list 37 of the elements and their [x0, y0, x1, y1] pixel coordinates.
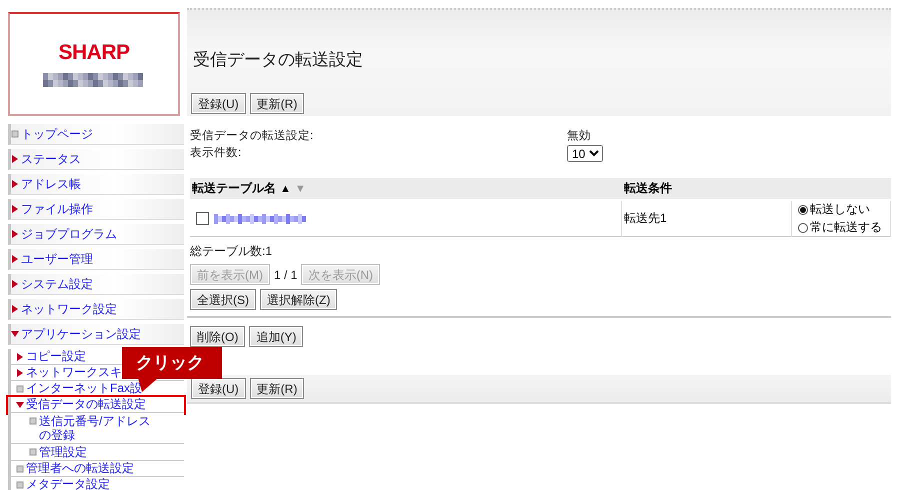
page-icon	[29, 417, 37, 425]
sidebar-link[interactable]: ネットワークスキ	[26, 364, 122, 381]
field-value: 無効	[567, 128, 592, 143]
sidebar-link[interactable]: インターネットFax設	[26, 380, 142, 397]
radio-button[interactable]	[798, 222, 808, 232]
row-checkbox[interactable]	[196, 212, 209, 225]
sidebar-link[interactable]: 管理者への転送設定	[26, 460, 134, 477]
sidebar-link[interactable]: 送信元番号/アドレスの登録	[39, 414, 159, 442]
radio-label: 常に転送する	[810, 219, 882, 236]
table-cell: 転送先1	[624, 211, 667, 225]
sidebar-link[interactable]: メタデータ設定	[26, 476, 110, 490]
count-select[interactable]: 10	[567, 145, 603, 162]
column-header: 転送条件	[622, 178, 891, 199]
table-count: 総テーブル数:1	[190, 243, 274, 260]
radio-label: 転送しない	[810, 201, 870, 218]
action-button[interactable]: 追加(Y)	[249, 326, 304, 347]
selection-button[interactable]: 選択解除(Z)	[260, 289, 338, 310]
sort-ascending-icon[interactable]: ▲	[280, 183, 291, 195]
selection-button[interactable]: 全選択(S)	[190, 289, 256, 310]
toolbar-button[interactable]: 登録(U)	[191, 378, 246, 399]
column-label: 転送テーブル名	[192, 181, 276, 195]
page-indicator: 1 / 1	[274, 268, 298, 282]
page-icon	[29, 448, 37, 456]
sidebar-link[interactable]: コピー設定	[26, 348, 86, 365]
page-icon	[16, 384, 24, 392]
toolbar-button[interactable]: 更新(R)	[250, 378, 304, 399]
radio-button[interactable]	[798, 204, 808, 214]
action-button[interactable]: 削除(O)	[190, 326, 246, 347]
toolbar-button[interactable]: 登録(U)	[191, 93, 246, 114]
field-label: 受信データの転送設定:	[190, 128, 314, 143]
sidebar-link[interactable]: 受信データの転送設定	[26, 396, 146, 413]
page-icon	[11, 130, 19, 138]
toolbar-button[interactable]: 更新(R)	[250, 93, 304, 114]
brand-logo: SHARP	[58, 41, 130, 65]
field-label: 表示件数:	[190, 146, 242, 161]
sidebar-link[interactable]: 管理設定	[39, 445, 159, 459]
page-title: 受信データの転送設定	[193, 49, 364, 71]
